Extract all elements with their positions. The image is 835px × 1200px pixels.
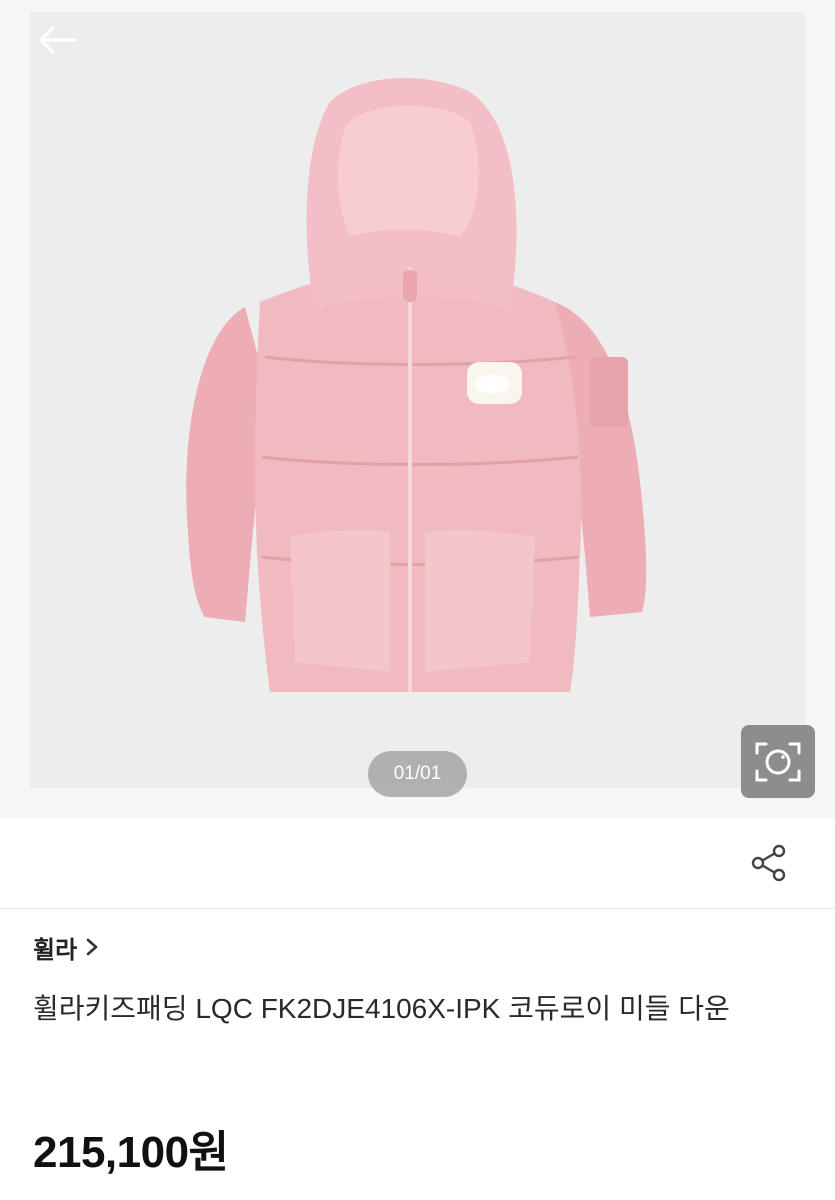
image-counter-badge: 01/01 [368,751,467,797]
brand-name: 휠라 [33,936,78,964]
product-image[interactable] [30,12,805,788]
share-icon [751,844,786,882]
image-search-button[interactable] [741,725,815,798]
image-counter-text: 01/01 [393,763,442,784]
brand-link[interactable]: 휠라 [33,928,99,966]
jacket-illustration [186,78,647,692]
back-arrow-icon [39,26,77,54]
camera-search-icon [755,742,801,781]
section-divider [0,908,835,909]
chevron-right-icon [86,938,98,956]
product-price: 215,100원 [33,1128,229,1177]
share-button[interactable] [746,840,792,886]
back-button[interactable] [34,20,80,60]
product-title: 휠라키즈패딩 LQC FK2DJE4106X-IPK 코듀로이 미들 다운 [33,993,730,1024]
product-gallery: 01/01 [0,0,835,818]
